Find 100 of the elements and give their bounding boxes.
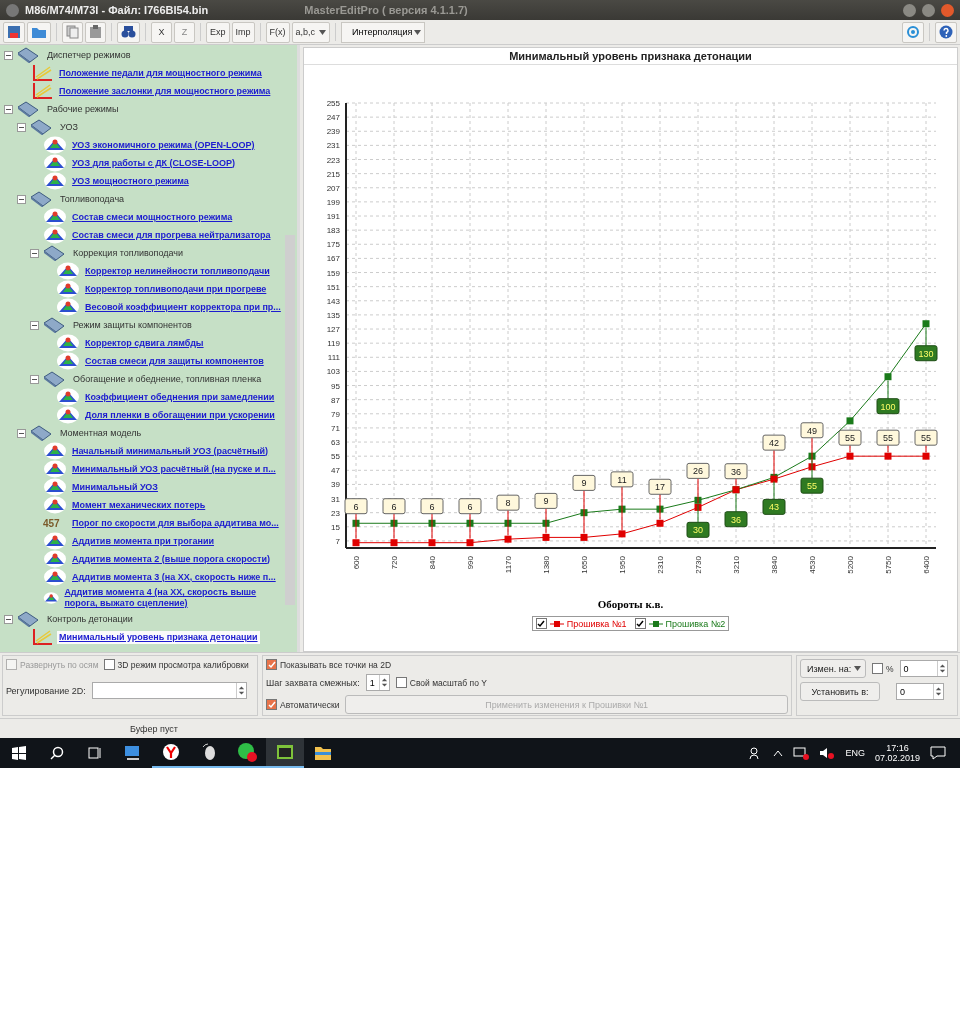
data-point <box>542 519 549 527</box>
muted-speaker-icon[interactable] <box>819 746 836 760</box>
tree-folder-label[interactable]: Режим защиты компонентов <box>73 320 192 330</box>
tree-item-link[interactable]: Доля пленки в обогащении при ускорении <box>83 408 277 422</box>
data-point <box>542 533 549 541</box>
y-tick-label: 39 <box>330 480 340 490</box>
collapse-icon[interactable] <box>17 194 26 204</box>
spin-arrows-icon[interactable] <box>933 684 943 699</box>
checkbox[interactable] <box>872 663 883 674</box>
tree-folder-label[interactable]: Моментная модель <box>60 428 142 438</box>
tree-item-link[interactable]: Минимальный УОЗ <box>70 480 160 494</box>
binoculars-button[interactable] <box>117 21 140 43</box>
data-point <box>846 452 853 460</box>
tree-item-link[interactable]: Аддитив момента 2 (выше порога скорости) <box>70 552 272 566</box>
collapse-icon[interactable] <box>17 428 26 438</box>
change-value-spinner[interactable]: 0 <box>899 660 948 677</box>
tree-item-link[interactable]: Порог по скорости для выбора аддитива мо... <box>70 516 281 530</box>
help-button[interactable] <box>935 21 957 43</box>
line-chart-icon <box>30 64 54 82</box>
collapse-icon[interactable] <box>30 248 39 258</box>
tree-folder-label[interactable]: Коррекция топливоподачи <box>73 248 184 258</box>
spin-arrows-icon[interactable] <box>378 675 389 690</box>
tree-item-link[interactable]: Коэффициент обеднения при замедлении <box>83 390 277 404</box>
tree-item-link[interactable]: Минимальный УОЗ расчётный (на пуске и п... <box>70 462 278 476</box>
checkbox[interactable] <box>266 699 277 710</box>
collapse-icon[interactable] <box>4 614 13 624</box>
tree-folder-label[interactable]: УОЗ <box>60 122 78 132</box>
tree-item-link[interactable]: Состав смеси мощностного режима <box>70 210 235 224</box>
data-label: 6 <box>428 501 435 512</box>
y-tick-label: 167 <box>326 254 340 264</box>
refresh-button[interactable] <box>902 21 924 43</box>
save-button[interactable] <box>3 21 25 43</box>
folder-icon <box>42 317 66 333</box>
interpolation-select[interactable]: Интерполяция <box>341 21 426 43</box>
paste-button[interactable] <box>85 21 106 43</box>
leader-line <box>431 513 432 540</box>
collapse-icon[interactable] <box>4 50 13 60</box>
collapse-icon[interactable] <box>17 122 26 132</box>
tree-item-link[interactable]: Положение педали для мощностного режима <box>57 66 264 80</box>
toolbar-button[interactable]: F(x) <box>265 21 290 43</box>
checkbox-label: Развернуть по осям <box>20 659 99 670</box>
toolbar-button[interactable]: X <box>151 21 172 43</box>
toolbar-button[interactable]: Imp <box>231 21 255 43</box>
maximize-button[interactable] <box>922 3 935 17</box>
tree-item-link[interactable]: Корректор сдвига лямбды <box>83 336 206 350</box>
tree-item-link[interactable]: Состав смеси для прогрева нейтрализатора <box>70 228 273 242</box>
collapse-icon[interactable] <box>4 104 13 114</box>
folder-icon <box>29 425 53 441</box>
set-value-spinner[interactable]: 0 <box>896 683 944 700</box>
y-tick-label: 103 <box>326 367 340 377</box>
legend-checkbox[interactable] <box>634 618 646 629</box>
tree-item-link[interactable]: Аддитив момента 4 (на ХХ, скорость выше порога, выжато сцепление) <box>62 586 283 610</box>
change-mode-select[interactable]: Измен. на: <box>800 659 866 678</box>
tree-folder-label[interactable]: Рабочие режимы <box>47 104 119 114</box>
surface-plot-icon <box>43 442 67 460</box>
folder-button[interactable] <box>27 21 51 43</box>
tree-item-link[interactable]: Момент механических потерь <box>70 498 208 512</box>
notifications-icon[interactable] <box>930 746 946 760</box>
collapse-icon[interactable] <box>30 374 39 384</box>
checkbox[interactable] <box>395 677 407 688</box>
tree-item-link[interactable]: Положение заслонки для мощностного режима <box>57 84 273 98</box>
tree-item-link[interactable]: Корректор топливоподачи при прогреве <box>83 282 269 296</box>
tree-item-link[interactable]: Начальный минимальный УОЗ (расчётный) <box>70 444 271 458</box>
tree-folder-label[interactable]: Контроль детонации <box>47 614 133 624</box>
tree-item-link[interactable]: УОЗ для работы с ДК (CLOSE-LOOP) <box>70 156 238 170</box>
checkbox[interactable] <box>266 659 277 670</box>
tree-folder-label[interactable]: Топливоподача <box>60 194 125 204</box>
collapse-icon[interactable] <box>30 320 39 330</box>
network-icon[interactable] <box>793 746 810 760</box>
legend-checkbox[interactable] <box>535 618 547 629</box>
tree-item-link[interactable]: Минимальный уровень признака детонации <box>57 630 260 644</box>
clock[interactable]: 17:16 07.02.2019 <box>874 743 920 763</box>
tree-folder-label[interactable]: Обогащение и обеднение, топливная пленка <box>73 374 262 384</box>
tree-item-link[interactable]: Весовой коэффициент корректора при пр... <box>83 300 283 314</box>
step-spinner[interactable]: 1 <box>365 674 390 691</box>
language-indicator[interactable]: ENG <box>845 748 865 758</box>
close-button[interactable] <box>941 3 954 17</box>
spin-arrows-icon[interactable] <box>235 683 246 698</box>
folder-icon <box>29 119 53 135</box>
x-tick-label: 1380 <box>541 556 551 574</box>
tree-item-link[interactable]: Корректор нелинейности топливоподачи <box>83 264 272 278</box>
tree-item-link[interactable]: Состав смеси для защиты компонентов <box>83 354 266 368</box>
toolbar-button[interactable]: Exp <box>206 21 230 43</box>
checkbox[interactable] <box>103 659 115 670</box>
taskbar-button[interactable] <box>266 738 304 768</box>
axis-title: Обороты к.в. <box>597 598 664 610</box>
data-label: 6 <box>458 498 481 515</box>
folder-icon <box>42 245 66 261</box>
tree-item-link[interactable]: Аддитив момента при трогании <box>70 534 216 548</box>
tree-item-link[interactable]: УОЗ экономичного режима (OPEN-LOOP) <box>70 138 257 152</box>
set-button[interactable]: Установить в: <box>800 682 880 701</box>
spin-arrows-icon[interactable] <box>936 661 947 676</box>
toolbar-dropdown[interactable]: a,b,c <box>291 21 331 43</box>
minimize-button[interactable] <box>903 3 916 17</box>
tree-item-link[interactable]: УОЗ мощностного режима <box>70 174 191 188</box>
tree-folder-label[interactable]: Диспетчер режимов <box>47 50 131 60</box>
tree-item-link[interactable]: Аддитив момента 3 (на ХХ, скорость ниже п... <box>70 570 278 584</box>
y-tick-label: 79 <box>330 409 340 419</box>
data-label: 30 <box>686 521 709 538</box>
chevron-up-icon[interactable] <box>773 749 784 757</box>
